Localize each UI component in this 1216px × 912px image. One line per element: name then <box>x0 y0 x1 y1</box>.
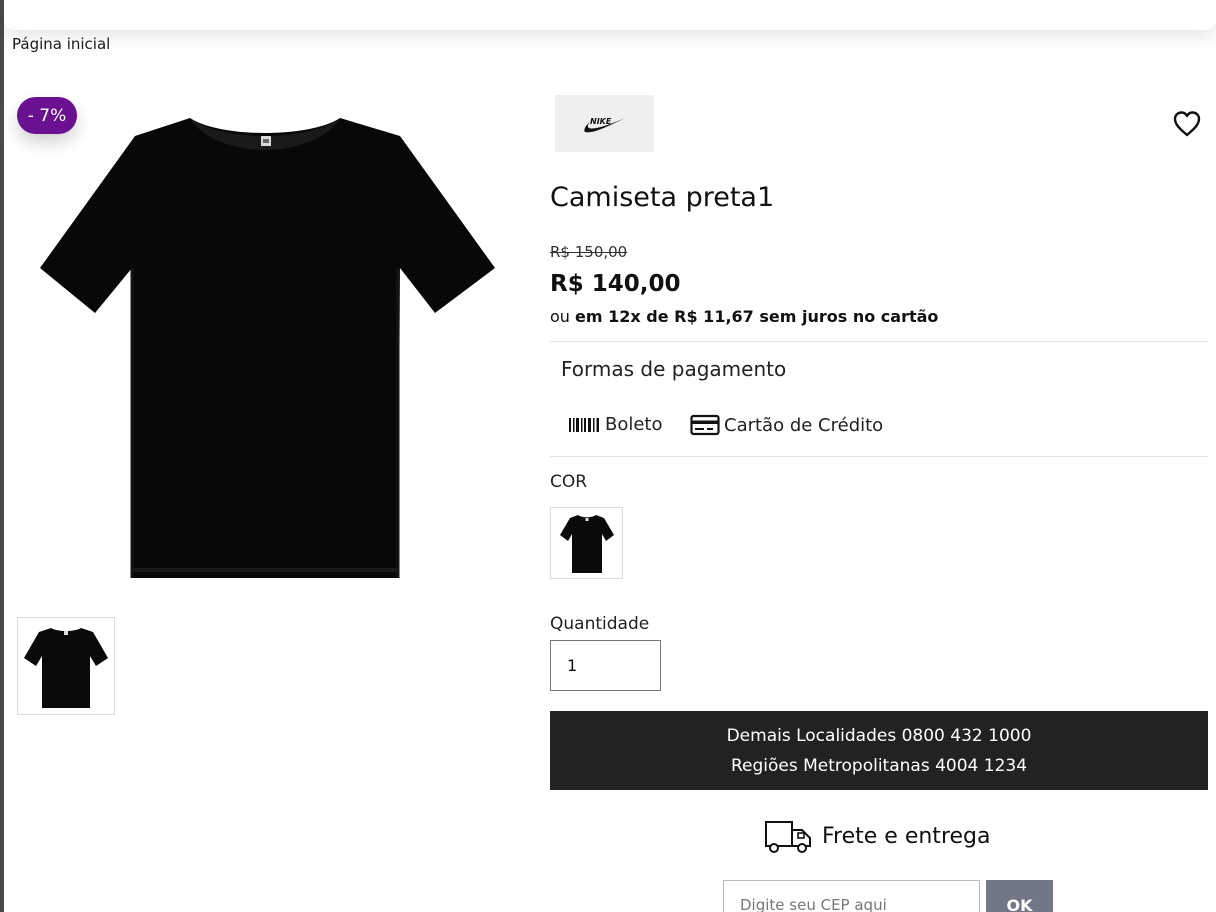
wishlist-heart-icon[interactable] <box>1172 110 1202 138</box>
breadcrumb-home-link[interactable]: Página inicial <box>12 35 110 53</box>
contact-phone-banner: Demais Localidades 0800 432 1000 Regiões… <box>550 711 1208 790</box>
cep-ok-button[interactable]: OK <box>986 880 1053 912</box>
product-page: Página inicial - 7% NIKE Camiseta preta1… <box>0 0 1216 912</box>
quantity-label: Quantidade <box>550 614 650 634</box>
divider <box>550 341 1208 342</box>
installments-prefix: ou <box>550 307 570 326</box>
product-main-image <box>40 108 510 588</box>
installments-detail: em 12x de R$ 11,67 sem juros no cartão <box>575 307 939 326</box>
credit-card-icon <box>690 414 720 436</box>
payment-method-label: Cartão de Crédito <box>724 414 884 436</box>
color-swatch-black[interactable] <box>550 507 623 579</box>
shipping-title-label: Frete e entrega <box>822 823 991 849</box>
left-edge-bar <box>0 0 4 912</box>
payment-method-label: Boleto <box>605 414 663 435</box>
old-price: R$ 150,00 <box>550 243 628 261</box>
color-label: COR <box>550 472 588 492</box>
current-price: R$ 140,00 <box>550 271 681 297</box>
payment-method-credit-card[interactable]: Cartão de Crédito <box>690 414 883 436</box>
discount-badge: - 7% <box>17 97 77 134</box>
payment-methods-title: Formas de pagamento <box>561 357 787 381</box>
tshirt-thumbnail-icon <box>24 628 108 708</box>
svg-text:NIKE: NIKE <box>590 117 612 126</box>
brand-logo[interactable]: NIKE <box>555 95 654 152</box>
header-bar <box>4 0 1216 30</box>
quantity-input[interactable] <box>550 640 661 691</box>
contact-line-metro-regions: Regiões Metropolitanas 4004 1234 <box>730 755 1028 776</box>
contact-line-other-locations: Demais Localidades 0800 432 1000 <box>726 725 1032 746</box>
installments-info: ou em 12x de R$ 11,67 sem juros no cartã… <box>550 307 938 326</box>
payment-method-boleto[interactable]: Boleto <box>569 414 663 435</box>
tshirt-icon <box>40 118 495 578</box>
cep-input[interactable] <box>723 880 980 912</box>
divider <box>550 456 1208 457</box>
shipping-title: Frete e entrega <box>764 818 990 854</box>
nike-logo-icon: NIKE <box>583 117 625 132</box>
barcode-icon <box>569 417 599 432</box>
product-title: Camiseta preta1 <box>550 182 775 213</box>
delivery-truck-icon <box>765 821 811 853</box>
product-thumbnail[interactable] <box>17 617 115 715</box>
tshirt-swatch-icon <box>559 515 614 573</box>
